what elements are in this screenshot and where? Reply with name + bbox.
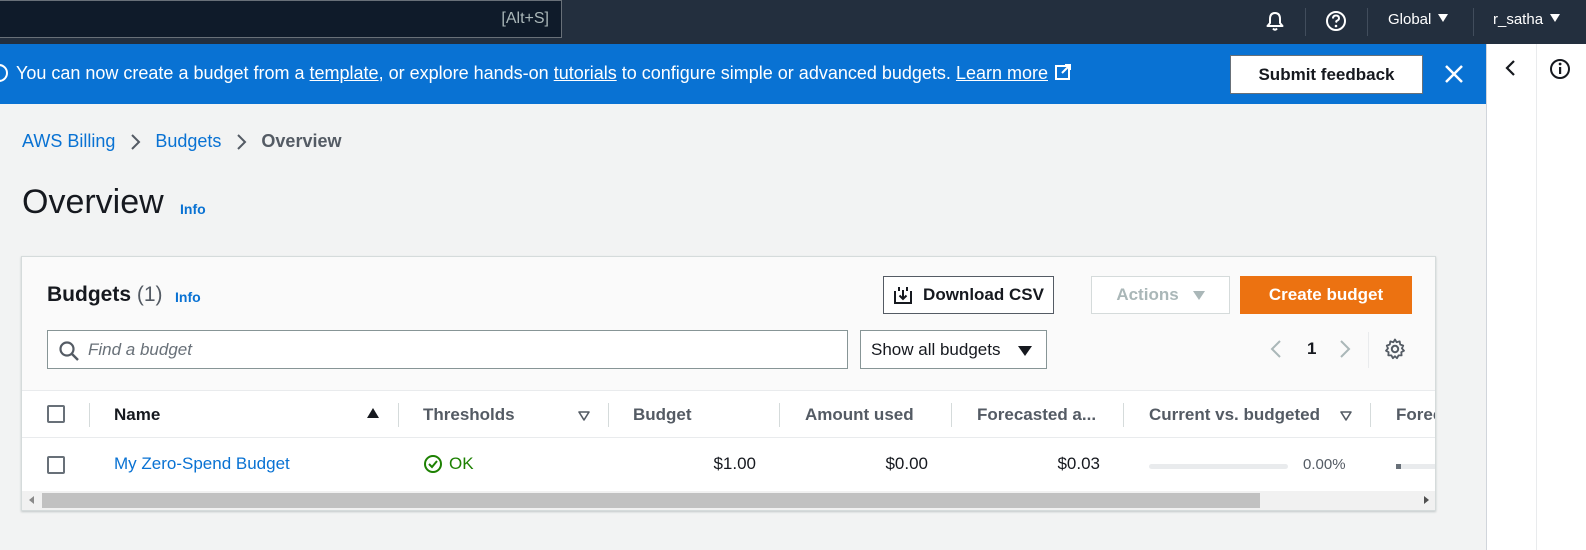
forecast-vs-budgeted-progress <box>1396 464 1435 469</box>
tutorials-link[interactable]: tutorials <box>554 63 617 83</box>
page-info-link[interactable]: Info <box>180 201 206 217</box>
find-budget-input[interactable]: Find a budget <box>47 330 848 369</box>
column-header-forecasted[interactable]: Forecasted a... <box>977 405 1096 425</box>
close-icon[interactable] <box>1442 62 1466 86</box>
caret-down-icon <box>1550 14 1561 22</box>
top-navigation: [Alt+S] Global r_satha <box>0 0 1586 44</box>
current-page-number[interactable]: 1 <box>1307 339 1316 359</box>
amount-used: $0.00 <box>885 454 928 473</box>
tools-panel-rail <box>1486 44 1586 550</box>
nav-divider <box>1473 8 1474 36</box>
threshold-status: OK <box>423 454 474 474</box>
flash-message: You can now create a budget from a templ… <box>16 63 1072 86</box>
username-label: r_satha <box>1493 11 1544 28</box>
scrollbar-thumb[interactable] <box>42 493 1260 508</box>
bell-icon[interactable] <box>1262 8 1288 34</box>
chevron-right-icon <box>235 133 247 151</box>
submit-feedback-button[interactable]: Submit feedback <box>1230 55 1423 94</box>
chevron-left-icon[interactable] <box>1269 338 1283 365</box>
breadcrumb-aws-billing[interactable]: AWS Billing <box>22 131 115 152</box>
flash-text-part: , or explore hands-on <box>378 63 554 83</box>
actions-label: Actions <box>1116 285 1179 304</box>
caret-down-icon <box>1018 346 1032 356</box>
scroll-left-arrow-icon[interactable] <box>29 496 34 504</box>
info-circle-icon <box>0 64 8 82</box>
column-divider[interactable] <box>779 403 780 427</box>
page-title: Overview <box>22 183 164 221</box>
external-link-icon <box>1054 63 1072 86</box>
pagination-divider <box>1368 332 1369 368</box>
breadcrumb-current: Overview <box>261 131 342 151</box>
gear-icon[interactable] <box>1384 338 1406 365</box>
flash-text-part: to configure simple or advanced budgets. <box>616 63 956 83</box>
forecasted-amount: $0.03 <box>1057 454 1100 473</box>
table-row: My Zero-Spend Budget OK $1.00 $0.00 $0.0… <box>22 438 1435 491</box>
search-placeholder: Find a budget <box>88 340 192 359</box>
threshold-status-label: OK <box>449 454 474 473</box>
chevron-right-icon <box>129 133 141 151</box>
download-csv-label: Download CSV <box>923 285 1044 304</box>
account-menu[interactable]: r_satha <box>1493 11 1561 28</box>
sort-ascending-icon[interactable] <box>367 408 379 418</box>
budgets-heading: Budgets (1) <box>47 283 163 307</box>
column-divider[interactable] <box>608 403 609 427</box>
budget-amount: $1.00 <box>713 454 756 473</box>
scroll-right-arrow-icon[interactable] <box>1424 496 1429 504</box>
row-checkbox[interactable] <box>47 456 65 474</box>
caret-down-icon <box>1192 290 1205 300</box>
budgets-info-link[interactable]: Info <box>175 289 201 305</box>
breadcrumb-budgets[interactable]: Budgets <box>155 131 221 152</box>
breadcrumb: AWS Billing Budgets Overview <box>22 131 341 152</box>
column-divider[interactable] <box>1123 403 1124 427</box>
budget-filter-select[interactable]: Show all budgets <box>860 330 1047 369</box>
search-icon <box>59 341 79 361</box>
info-icon[interactable] <box>1549 58 1571 85</box>
column-divider[interactable] <box>1370 403 1371 427</box>
region-selector[interactable]: Global <box>1388 11 1449 28</box>
budget-name-link[interactable]: My Zero-Spend Budget <box>114 454 290 474</box>
learn-more-link[interactable]: Learn more <box>956 63 1048 83</box>
column-divider <box>89 403 90 427</box>
template-link[interactable]: template <box>310 63 379 83</box>
column-header-amount-used[interactable]: Amount used <box>805 405 914 425</box>
select-all-checkbox[interactable] <box>47 405 65 423</box>
column-divider[interactable] <box>951 403 952 427</box>
info-flashbar: You can now create a budget from a templ… <box>0 44 1486 104</box>
search-shortcut-hint: [Alt+S] <box>501 10 549 27</box>
progress-fill <box>1396 464 1401 469</box>
global-search-input[interactable]: [Alt+S] <box>0 0 562 38</box>
nav-divider <box>1367 8 1368 36</box>
budgets-title: Budgets <box>47 283 131 306</box>
filter-value: Show all budgets <box>871 340 1001 359</box>
actions-dropdown-button[interactable]: Actions <box>1091 276 1230 314</box>
sort-descending-icon[interactable] <box>1340 408 1352 426</box>
download-icon <box>894 287 913 304</box>
column-header-thresholds[interactable]: Thresholds <box>423 405 515 425</box>
current-vs-budgeted-percent: 0.00% <box>1303 456 1346 473</box>
help-icon[interactable] <box>1323 8 1349 34</box>
column-header-current-vs-budgeted[interactable]: Current vs. budgeted <box>1149 405 1320 425</box>
sort-descending-icon[interactable] <box>578 408 590 426</box>
horizontal-scrollbar[interactable] <box>22 491 1435 510</box>
create-budget-button[interactable]: Create budget <box>1240 276 1412 314</box>
nav-divider <box>1305 8 1306 36</box>
chevron-left-icon[interactable] <box>1501 58 1521 83</box>
flash-text-part: You can now create a budget from a <box>16 63 310 83</box>
check-circle-icon <box>424 455 442 473</box>
current-vs-budgeted-progress <box>1149 464 1288 469</box>
budgets-count: (1) <box>136 283 163 306</box>
budgets-table-container: Budgets (1) Info Download CSV Actions Cr… <box>21 256 1436 511</box>
caret-down-icon <box>1438 14 1449 22</box>
column-divider[interactable] <box>398 403 399 427</box>
rail-divider <box>1536 44 1537 550</box>
column-header-name[interactable]: Name <box>114 405 160 425</box>
chevron-right-icon[interactable] <box>1338 338 1352 365</box>
download-csv-button[interactable]: Download CSV <box>883 276 1054 314</box>
region-label: Global <box>1388 11 1432 28</box>
column-header-forecast-vs-budgeted[interactable]: Forec <box>1396 405 1435 425</box>
column-header-budget[interactable]: Budget <box>633 405 692 425</box>
table-header: Name Thresholds Budget Amount used Forec… <box>22 390 1435 438</box>
